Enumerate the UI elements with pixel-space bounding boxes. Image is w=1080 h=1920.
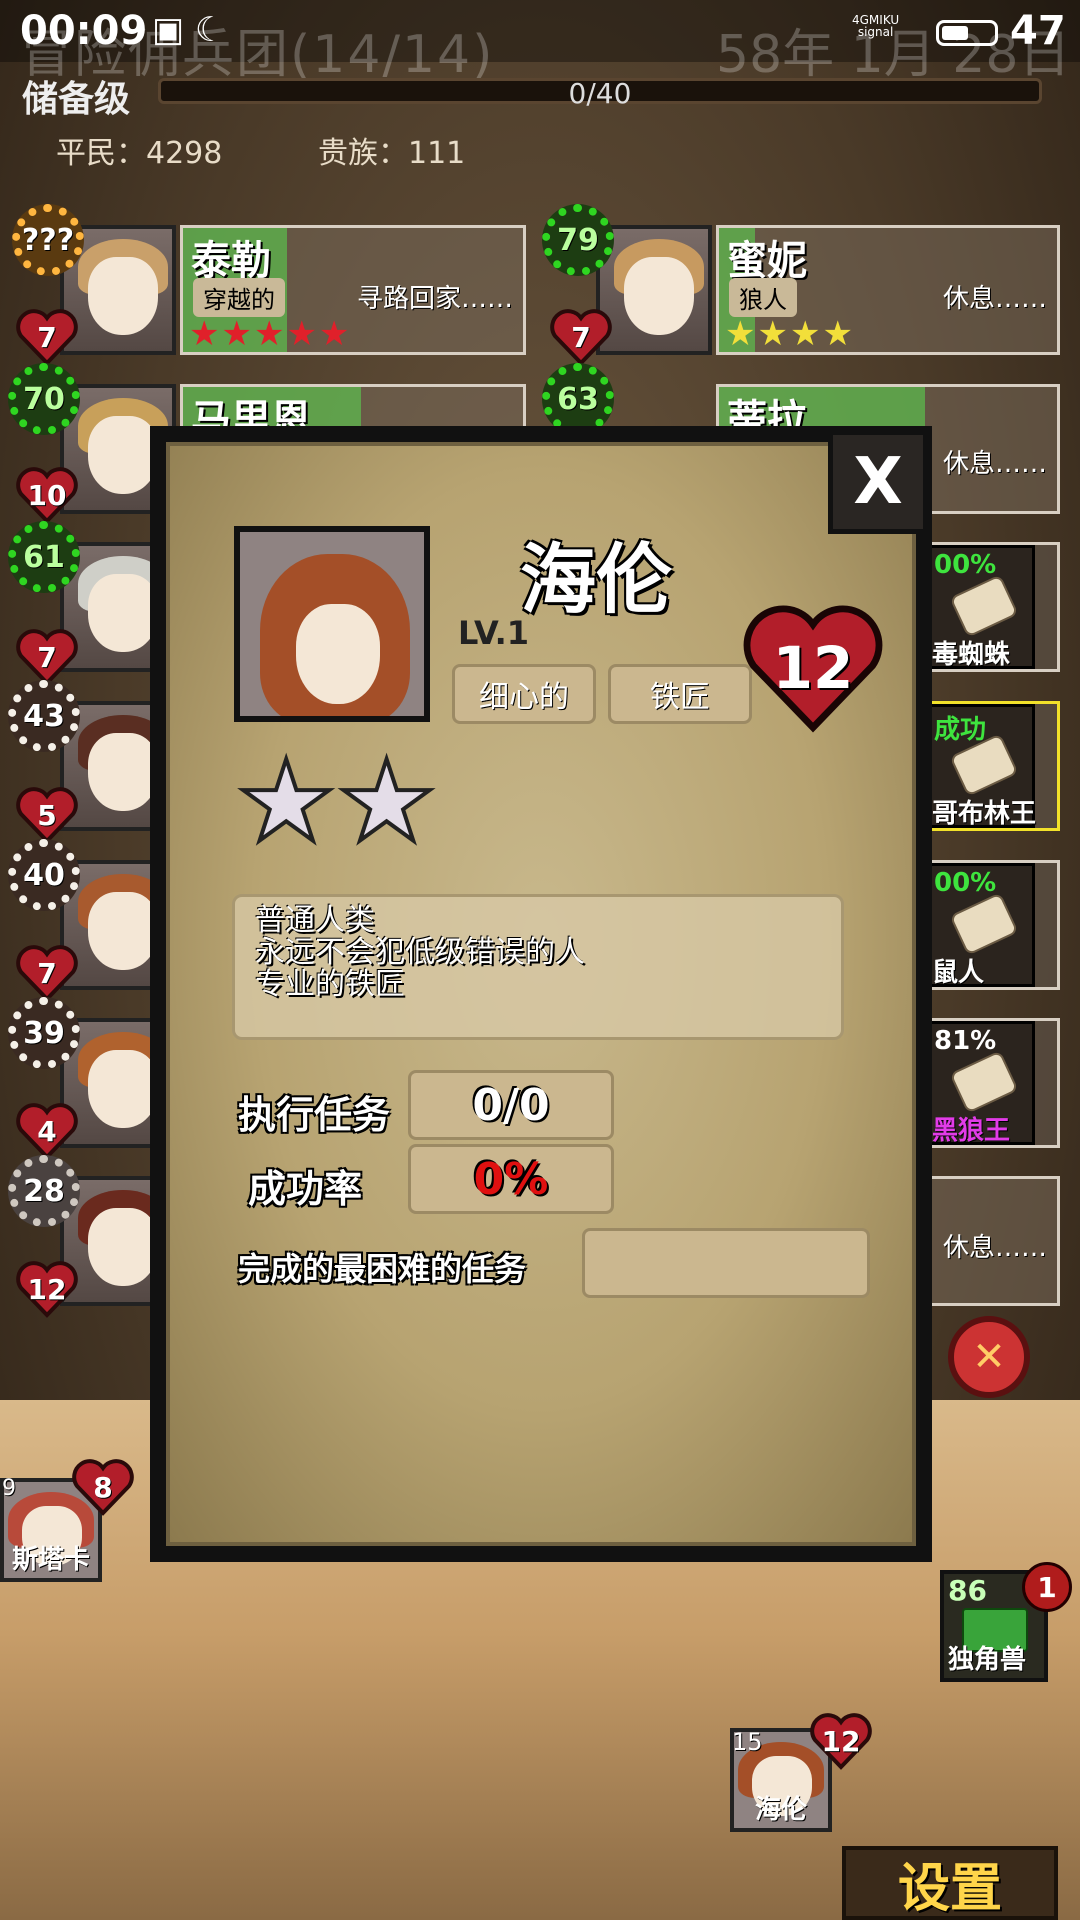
hero-name: 斯塔卡 (11, 1545, 90, 1575)
hp-heart-icon: 7 (16, 308, 78, 366)
network-icon: 4GMIKU signal (852, 14, 899, 38)
description-line: 专业的铁匠 (255, 967, 405, 1002)
hp-heart-icon: 7 (16, 944, 78, 1002)
hero-level: 15 (732, 1728, 763, 1756)
hero-status: 休息…… (942, 284, 1047, 314)
quest-name: 毒蜘蛛 (932, 640, 1011, 670)
quest-card[interactable]: 00% 鼠人 (924, 860, 1060, 990)
hero-portrait-large (234, 526, 430, 722)
hardest-mission-value (582, 1228, 870, 1298)
level-badge: 39 (8, 997, 80, 1069)
hero-level: 9 (2, 1476, 16, 1501)
clock: 00:09 (20, 8, 148, 54)
network-sub-label: signal (857, 25, 894, 39)
commoners-count: 平民：4298 (56, 136, 223, 171)
hero-trait: 狼人 (729, 278, 797, 317)
notification-badge: 1 (1022, 1562, 1072, 1612)
hero-description: 普通人类 永远不会犯低级错误的人 专业的铁匠 (232, 894, 844, 1040)
level-badge: 79 (542, 204, 614, 276)
settings-button[interactable]: 设置 (842, 1846, 1058, 1920)
level-badge: 70 (8, 363, 80, 435)
hp-heart-icon: 12 (810, 1712, 872, 1770)
battery-icon (936, 20, 998, 46)
level-badge: ??? (12, 204, 84, 276)
success-rate-value: 0% (408, 1144, 614, 1214)
hero-name-title: 海伦 (520, 535, 672, 624)
quest-progress: 00% (934, 868, 997, 898)
quest-name: 黑狼王 (932, 1116, 1011, 1146)
reserve-progress-text: 0/40 (568, 77, 632, 110)
quest-name: 哥布林王 (932, 799, 1037, 829)
roster-card[interactable]: 蜜妮 狼人 休息…… ★★★★ (716, 225, 1060, 355)
hp-heart-icon: 7 (550, 308, 612, 366)
battery-percent: 47 (1010, 8, 1066, 54)
hero-status: 休息…… (942, 1233, 1047, 1263)
hero-class-tag: 铁匠 (608, 664, 752, 724)
rating-stars-icon: ★★ (234, 737, 439, 867)
hero-level: LV.1 (458, 614, 530, 652)
missions-label: 执行任务 (238, 1093, 391, 1137)
hero-status: 休息…… (942, 449, 1047, 479)
missions-value: 0/0 (408, 1070, 614, 1140)
hero-name: 海伦 (754, 1795, 807, 1825)
level-badge: 43 (8, 680, 80, 752)
hardest-mission-label: 完成的最困难的任务 (238, 1250, 527, 1288)
level-badge: 61 (8, 521, 80, 593)
close-button[interactable]: X (828, 430, 928, 534)
nobles-count: 贵族：111 (318, 136, 466, 171)
hero-status: 寻路回家…… (356, 284, 513, 314)
level-badge: 28 (8, 1155, 80, 1227)
hp-heart-icon: 4 (16, 1102, 78, 1160)
scroll-icon (949, 892, 1019, 956)
hero-trait-tag: 细心的 (452, 664, 596, 724)
level-badge: 63 (542, 363, 614, 435)
hero-hp: 12 (772, 634, 854, 702)
description-line: 普通人类 (255, 903, 375, 938)
status-bar: 冒险佣兵团(14/14) 58年 1月 28日 00:09 ▣ ☾ 4GMIKU… (0, 0, 1080, 85)
hero-stars: ★★★★★ (189, 314, 352, 354)
quest-card[interactable]: 81% 黑狼王 (924, 1018, 1060, 1148)
map-scroll-icon (949, 1050, 1019, 1114)
hp-heart-icon: 8 (72, 1458, 134, 1516)
reward-count: 86 (948, 1574, 987, 1607)
crossed-swords-emblem-icon[interactable]: ✕ (948, 1316, 1030, 1398)
hero-stars: ★★★★ (725, 314, 855, 354)
roster-card[interactable]: 泰勒 穿越的 寻路回家…… ★★★★★ (180, 225, 526, 355)
quest-progress: 81% (934, 1026, 997, 1056)
hero-trait: 穿越的 (193, 278, 285, 317)
hp-heart-icon: 10 (16, 466, 78, 524)
notification-icons: ▣ ☾ (152, 10, 226, 50)
quest-progress: 成功 (934, 715, 987, 745)
quest-progress: 00% (934, 550, 997, 580)
hp-heart-icon: 7 (16, 628, 78, 686)
quest-card[interactable]: 成功 哥布林王 (924, 701, 1060, 831)
hp-heart-icon: 12 (16, 1260, 78, 1318)
quest-name: 鼠人 (932, 958, 985, 988)
reward-name: 独角兽 (948, 1645, 1027, 1675)
roster-card[interactable]: 休息…… (924, 1176, 1060, 1306)
reserve-level-label: 储备级 (22, 79, 131, 120)
quest-card[interactable]: 00% 毒蜘蛛 (924, 542, 1060, 672)
hp-heart-icon: 12 (742, 598, 884, 738)
level-badge: 40 (8, 839, 80, 911)
scroll-icon (949, 574, 1019, 638)
hp-heart-icon: 5 (16, 786, 78, 844)
description-line: 永远不会犯低级错误的人 (255, 935, 585, 970)
success-rate-label: 成功率 (248, 1167, 363, 1211)
reserve-progress-bar: 0/40 (158, 77, 1042, 110)
